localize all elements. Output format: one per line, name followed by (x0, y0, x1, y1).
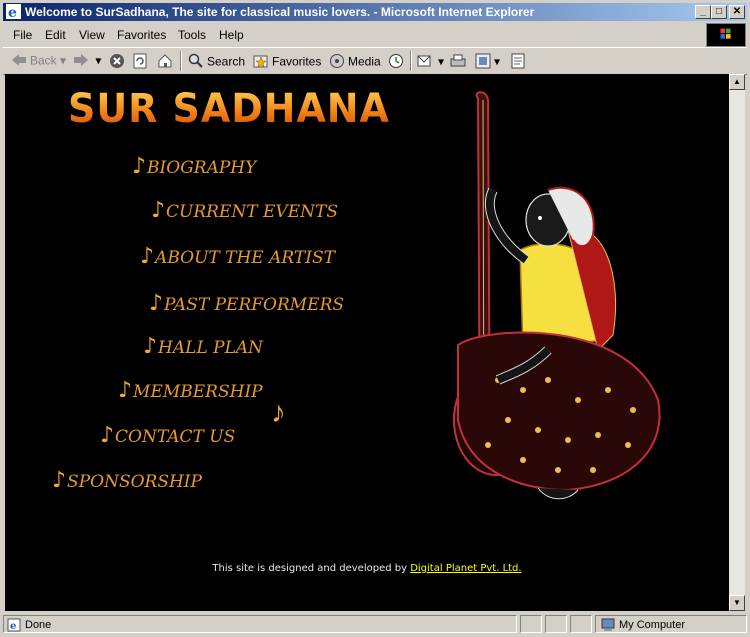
history-button[interactable] (388, 53, 407, 72)
history-icon (388, 53, 404, 72)
status-panel (545, 615, 567, 633)
refresh-button[interactable] (133, 53, 150, 72)
title-bar: e Welcome to SurSadhana, The site for cl… (3, 3, 747, 21)
status-text-panel: e Done (3, 615, 517, 633)
menu-edit[interactable]: Edit (45, 28, 66, 42)
edit-page-icon (475, 53, 491, 72)
forward-button[interactable]: ▾ (73, 53, 101, 70)
menu-bar: File Edit View Favorites Tools Help (3, 24, 703, 44)
search-button[interactable]: Search (188, 53, 245, 72)
close-button[interactable]: ✕ (729, 5, 745, 19)
nav-about-the-artist[interactable]: ♪ABOUT THE ARTIST (140, 244, 335, 269)
footer: This site is designed and developed by D… (5, 563, 729, 574)
stop-icon (109, 53, 125, 72)
status-text: Done (25, 619, 52, 631)
favorites-label: Favorites (272, 54, 322, 69)
musician-with-tanpura-illustration (453, 91, 661, 500)
toolbar-separator (410, 51, 412, 71)
printer-icon (449, 53, 467, 72)
music-note-icon: ♪ (140, 244, 155, 269)
page-content: SUR SADHANA ♪BIOGRAPHY ♪CURRENT EVENTS ♪… (5, 74, 729, 611)
back-label: Back (30, 53, 57, 68)
home-button[interactable] (157, 53, 176, 72)
zone-panel: My Computer (595, 615, 747, 633)
music-note-icon: ♪ (52, 468, 67, 493)
menu-view[interactable]: View (79, 28, 105, 42)
page-done-icon: e (7, 618, 21, 635)
scroll-up-arrow-icon[interactable]: ▲ (729, 74, 745, 90)
refresh-icon (133, 53, 147, 72)
my-computer-icon (600, 618, 616, 635)
mail-button[interactable]: ▾ (417, 53, 444, 72)
menu-file[interactable]: File (13, 28, 32, 42)
status-bar: e Done My Computer (3, 614, 747, 634)
back-arrow-icon (11, 53, 27, 70)
nav-biography[interactable]: ♪BIOGRAPHY (132, 154, 256, 179)
svg-text:e: e (10, 621, 16, 632)
nav-past-performers[interactable]: ♪PAST PERFORMERS (149, 291, 344, 316)
ie-window: e Welcome to SurSadhana, The site for cl… (0, 0, 750, 637)
nav-membership[interactable]: ♪MEMBERSHIP (118, 378, 263, 403)
search-icon (188, 53, 204, 72)
minimize-button[interactable]: _ (695, 5, 711, 19)
zone-label: My Computer (619, 619, 686, 631)
vertical-scrollbar[interactable]: ▲ ▼ (729, 74, 745, 611)
menu-help[interactable]: Help (219, 28, 244, 42)
footer-text: This site is designed and developed by (212, 563, 408, 574)
search-label: Search (207, 54, 246, 69)
edit-button[interactable]: ▾ (475, 53, 500, 72)
nav-label: ABOUT THE ARTIST (155, 248, 335, 268)
discuss-button[interactable] (511, 53, 528, 72)
nav-label: CONTACT US (115, 427, 236, 447)
music-note-icon: ♪ (100, 423, 115, 448)
favorites-star-icon (253, 53, 269, 72)
menu-tools[interactable]: Tools (178, 28, 206, 42)
discuss-icon (511, 53, 525, 72)
nav-hall-plan[interactable]: ♪HALL PLAN (143, 334, 263, 359)
nav-label: HALL PLAN (158, 338, 264, 358)
nav-label: PAST PERFORMERS (164, 295, 345, 315)
menu-favorites[interactable]: Favorites (117, 28, 166, 42)
nav-label: CURRENT EVENTS (166, 202, 338, 222)
nav-label: MEMBERSHIP (133, 382, 263, 402)
mail-icon (417, 53, 435, 72)
stop-button[interactable] (109, 53, 128, 72)
toolbar-separator (180, 51, 182, 71)
scroll-down-arrow-icon[interactable]: ▼ (729, 595, 745, 611)
music-note-icon: ♪ (118, 378, 133, 403)
status-panel (520, 615, 542, 633)
media-button[interactable]: Media (329, 53, 381, 72)
window-title: Welcome to SurSadhana, The site for clas… (25, 5, 535, 19)
music-note-icon: ♪ (271, 396, 286, 429)
windows-logo-icon (706, 23, 746, 47)
forward-arrow-icon (73, 53, 89, 70)
favorites-button[interactable]: Favorites (253, 53, 321, 72)
svg-text:e: e (8, 5, 17, 19)
toolbar: Back ▾ ▾ Search Favorites Media ▾ ▾ (3, 47, 747, 75)
footer-developer-link[interactable]: Digital Planet Pvt. Ltd. (410, 563, 521, 574)
status-panel (570, 615, 592, 633)
nav-label: BIOGRAPHY (147, 158, 257, 178)
music-note-icon: ♪ (143, 334, 158, 359)
music-note-icon: ♪ (151, 198, 166, 223)
back-button[interactable]: Back ▾ (11, 53, 66, 70)
music-note-icon: ♪ (149, 291, 164, 316)
nav-contact-us[interactable]: ♪CONTACT US (100, 423, 235, 448)
home-icon (157, 53, 173, 72)
music-note-icon: ♪ (132, 154, 147, 179)
ie-icon: e (6, 4, 21, 19)
nav-sponsorship[interactable]: ♪SPONSORSHIP (52, 468, 202, 493)
nav-label: SPONSORSHIP (67, 472, 202, 492)
site-logo: SUR SADHANA (68, 86, 390, 132)
maximize-button[interactable]: □ (711, 5, 727, 19)
media-label: Media (348, 54, 381, 69)
nav-current-events[interactable]: ♪CURRENT EVENTS (151, 198, 338, 223)
print-button[interactable] (449, 53, 470, 72)
media-icon (329, 53, 345, 72)
